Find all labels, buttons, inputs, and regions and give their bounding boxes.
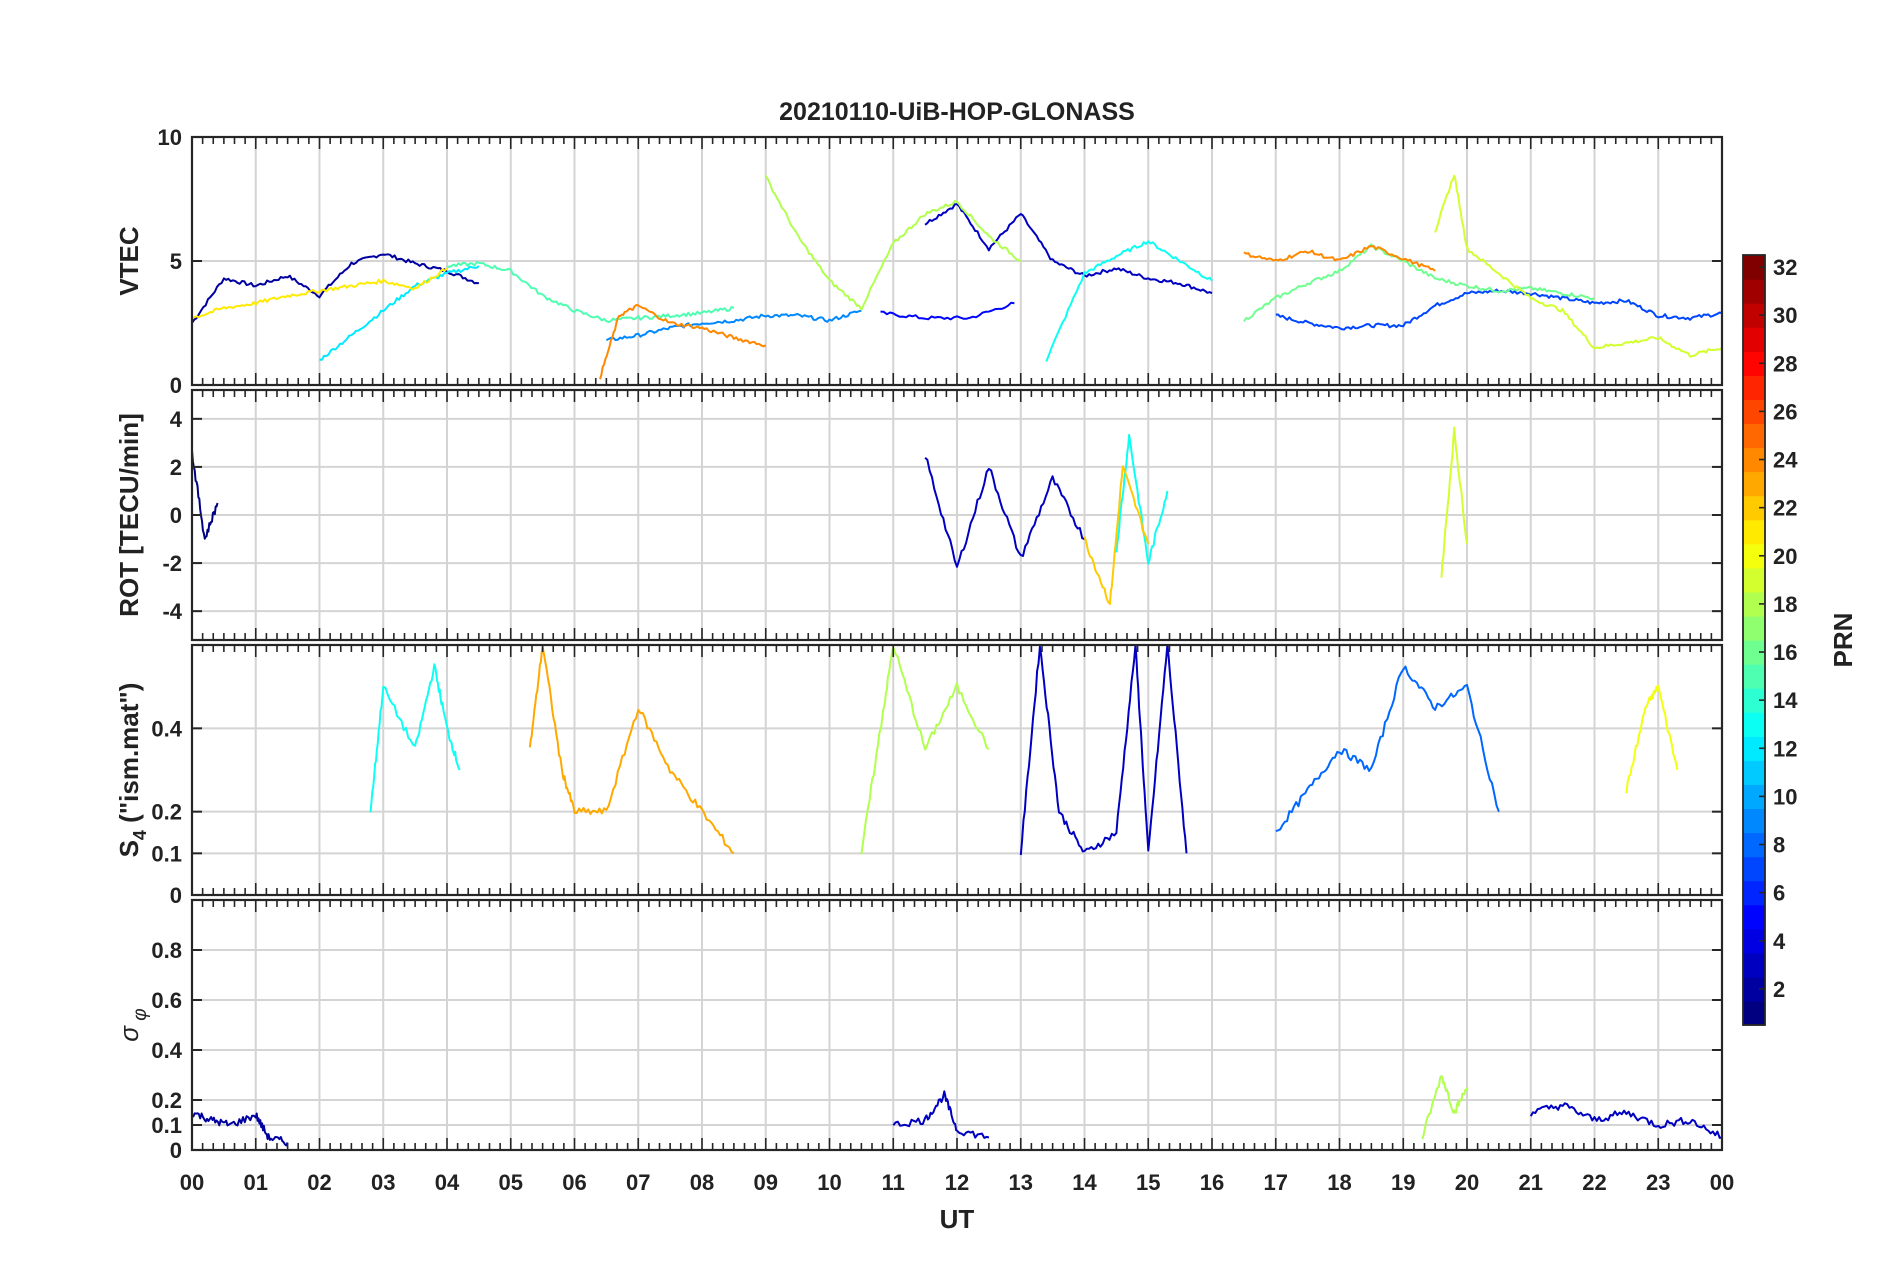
colorbar-tick-label: 32 <box>1773 255 1797 280</box>
x-tick-label: 04 <box>435 1170 460 1195</box>
x-tick-label: 06 <box>562 1170 586 1195</box>
y-tick-label: 4 <box>170 407 183 432</box>
x-tick-label: 08 <box>690 1170 714 1195</box>
x-tick-label: 14 <box>1072 1170 1097 1195</box>
colorbar-swatch <box>1743 664 1765 689</box>
y-tick-label: 0.4 <box>151 1038 182 1063</box>
x-tick-label: 01 <box>244 1170 268 1195</box>
y-tick-label: 5 <box>170 249 182 274</box>
figure-canvas: 20210110-UiB-HOP-GLONASS 0510VTEC-4-2024… <box>114 98 1858 1234</box>
colorbar-tick-label: 8 <box>1773 833 1785 858</box>
y-tick-label: 0.8 <box>151 938 182 963</box>
panel-vtec: 0 5 10 VTEC <box>114 125 1724 398</box>
y-tick-label: 0 <box>170 883 182 908</box>
y-tick-label: 2 <box>170 455 182 480</box>
figure-title: 20210110-UiB-HOP-GLONASS <box>779 98 1135 126</box>
x-tick-label: 22 <box>1582 1170 1606 1195</box>
colorbar-tick-label: 4 <box>1773 929 1786 954</box>
x-tick-label: 23 <box>1646 1170 1670 1195</box>
x-tick-label: 15 <box>1136 1170 1160 1195</box>
colorbar-tick-label: 22 <box>1773 496 1797 521</box>
colorbar-tick-label: 12 <box>1773 736 1797 761</box>
x-tick-label: 13 <box>1009 1170 1033 1195</box>
y-tick-label: 10 <box>158 125 182 150</box>
y-tick-label: 0.1 <box>151 1113 182 1138</box>
x-tick-label: 12 <box>945 1170 969 1195</box>
x-tick-label: 18 <box>1327 1170 1351 1195</box>
colorbar-tick-label: 18 <box>1773 592 1797 617</box>
colorbar-tick-label: 26 <box>1773 399 1797 424</box>
y-tick-label: 0.2 <box>151 800 182 825</box>
colorbar-tick-label: 24 <box>1773 448 1798 473</box>
colorbar-swatch <box>1743 904 1765 930</box>
y-axis-label-sigma_phi: σ φ <box>114 1008 151 1041</box>
panel-rot: -4 -2 0 2 4 ROT [TECU/min] <box>114 388 1724 642</box>
colorbar-swatch <box>1743 760 1765 785</box>
y-tick-label: 0 <box>170 1138 182 1163</box>
x-tick-label: 00 <box>1710 1170 1734 1195</box>
x-tick-label: 07 <box>626 1170 650 1195</box>
colorbar-tick-label: 30 <box>1773 303 1797 328</box>
colorbar-swatch <box>1743 279 1765 304</box>
colorbar-tick-label: 14 <box>1773 688 1798 713</box>
colorbar-swatch <box>1743 615 1765 641</box>
y-tick-label: -2 <box>162 551 182 576</box>
colorbar-swatch <box>1743 423 1765 449</box>
colorbar-tick-label: 6 <box>1773 881 1785 906</box>
y-tick-label: 0.1 <box>151 841 182 866</box>
x-tick-label: 00 <box>180 1170 204 1195</box>
x-tick-label: 16 <box>1200 1170 1224 1195</box>
y-tick-label: -4 <box>162 599 182 624</box>
colorbar-tick-label: 20 <box>1773 544 1797 569</box>
y-tick-label: 0 <box>170 373 182 398</box>
colorbar-swatch <box>1743 567 1765 593</box>
colorbar-swatch <box>1743 519 1765 545</box>
y-tick-label: 0.4 <box>151 716 182 741</box>
colorbar-tick-label: 2 <box>1773 977 1785 1002</box>
colorbar-tick-label: 10 <box>1773 784 1797 809</box>
colorbar-swatch <box>1743 712 1765 737</box>
x-tick-labels: 00 01 02 03 04 05 06 07 08 09 10 11 12 13 14 15 16 17 18 19… <box>180 1170 1734 1195</box>
x-tick-label: 21 <box>1519 1170 1543 1195</box>
colorbar-swatch <box>1743 952 1765 978</box>
y-axis-label-vtec: VTEC <box>114 226 144 296</box>
panel-s4: 0 0.1 0.2 0.4S4 ("ism.mat") <box>114 643 1724 908</box>
colorbar-swatch <box>1743 856 1765 882</box>
x-tick-label: 19 <box>1391 1170 1415 1195</box>
colorbar-label: PRN <box>1828 613 1858 668</box>
y-tick-label: 0.6 <box>151 988 182 1013</box>
panels-group: 0510VTEC-4-2024ROT [TECU/min]00.10.20.4S… <box>114 125 1724 1163</box>
colorbar-tick-label: 16 <box>1773 640 1797 665</box>
x-tick-label: 20 <box>1455 1170 1479 1195</box>
colorbar-swatch <box>1743 808 1765 834</box>
colorbar: 2468101214161820222426283032 <box>1742 254 1798 1026</box>
y-tick-label: 0.2 <box>151 1088 182 1113</box>
x-tick-label: 02 <box>307 1170 331 1195</box>
x-tick-label: 17 <box>1264 1170 1288 1195</box>
colorbar-tick-label: 28 <box>1773 351 1797 376</box>
x-tick-label: 03 <box>371 1170 395 1195</box>
colorbar-swatch <box>1743 327 1765 352</box>
x-tick-label: 05 <box>499 1170 523 1195</box>
y-tick-label: 0 <box>170 503 182 528</box>
y-axis-label-rot: ROT [TECU/min] <box>114 413 144 617</box>
panel-sigma_phi: 00.10.2 0.4 0.6 0.8 σ φ <box>114 898 1724 1163</box>
colorbar-swatch <box>1743 375 1765 400</box>
y-axis-label-s4: S4 ("ism.mat") <box>114 683 150 858</box>
x-axis-label: UT <box>940 1204 975 1234</box>
x-tick-label: 10 <box>817 1170 841 1195</box>
x-tick-label: 09 <box>754 1170 778 1195</box>
colorbar-swatch <box>1743 471 1765 497</box>
x-tick-label: 11 <box>882 1170 905 1195</box>
colorbar-swatch <box>1743 1000 1765 1026</box>
